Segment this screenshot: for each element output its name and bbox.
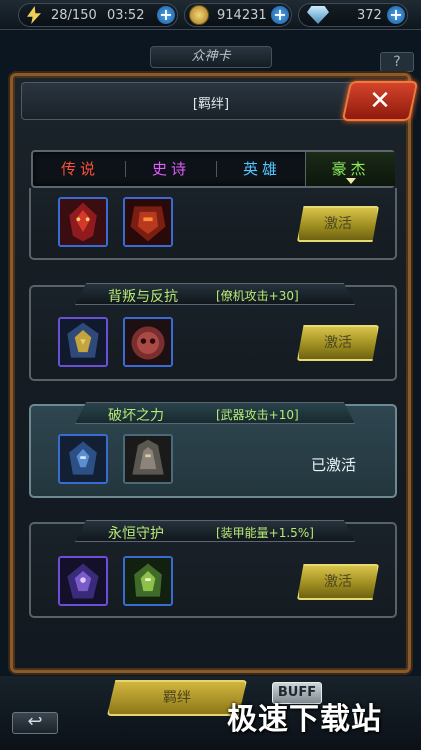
- bond-bonus: [武器攻击+10]: [216, 408, 299, 422]
- deck-title: 众神卡: [150, 46, 272, 68]
- bond-bonus: [装甲能量+1.5%]: [216, 526, 314, 540]
- add-gold-button[interactable]: +: [271, 6, 289, 24]
- close-button[interactable]: ✕: [341, 81, 419, 121]
- card-portrait[interactable]: [58, 556, 108, 606]
- bond-name: 永恒守护: [108, 526, 164, 542]
- tab-epic[interactable]: 史诗: [126, 152, 216, 186]
- tab-legend[interactable]: 传说: [35, 152, 125, 186]
- bond-card: 永恒守护 [装甲能量+1.5%] 激活: [29, 520, 397, 618]
- bond-card-activated: 破坏之力 [武器攻击+10] 已激活: [29, 402, 397, 498]
- energy-icon: [27, 6, 41, 24]
- add-diamond-button[interactable]: +: [387, 6, 405, 24]
- bond-bonus: [僚机攻击+30]: [216, 289, 299, 303]
- top-status-bar: 28/150 03:52 + 914231 + 372 +: [0, 0, 421, 30]
- bond-dialog: [羁绊] ✕ 传说 史诗 英雄 豪杰 激活 背叛与反抗 [僚机攻击+30] 激活…: [10, 73, 419, 673]
- bond-name: 背叛与反抗: [108, 289, 178, 305]
- bond-header: 永恒守护 [装甲能量+1.5%]: [75, 520, 355, 542]
- back-button[interactable]: ↩: [12, 712, 58, 734]
- card-portrait[interactable]: [123, 197, 173, 247]
- bond-card: 背叛与反抗 [僚机攻击+30] 激活: [29, 283, 397, 381]
- bond-header: 背叛与反抗 [僚机攻击+30]: [75, 283, 355, 305]
- bond-name: 破坏之力: [108, 408, 164, 424]
- activate-button[interactable]: 激活: [297, 564, 379, 600]
- card-portrait[interactable]: [123, 434, 173, 484]
- gold-resource: 914231 +: [184, 3, 292, 27]
- stamina-resource: 28/150 03:52 +: [18, 3, 178, 27]
- activate-button[interactable]: 激活: [297, 206, 379, 242]
- stamina-value: 28/150: [51, 8, 97, 23]
- watermark-text: 极速下载站: [227, 702, 382, 737]
- help-button[interactable]: ?: [380, 52, 414, 72]
- selected-tab-indicator: [346, 178, 356, 184]
- close-icon: ✕: [369, 86, 391, 116]
- bond-button[interactable]: 羁绊: [107, 680, 247, 716]
- gold-value: 914231: [217, 8, 267, 23]
- add-stamina-button[interactable]: +: [157, 6, 175, 24]
- diamond-value: 372: [357, 8, 382, 23]
- card-portrait[interactable]: [123, 317, 173, 367]
- gold-coin-icon: [189, 5, 209, 25]
- stamina-timer: 03:52: [107, 8, 145, 23]
- tab-hero[interactable]: 英雄: [217, 152, 307, 186]
- diamond-icon: [307, 6, 329, 24]
- card-portrait[interactable]: [58, 197, 108, 247]
- activate-button[interactable]: 激活: [297, 325, 379, 361]
- bond-card: 激活: [29, 188, 397, 260]
- diamond-resource: 372 +: [298, 3, 408, 27]
- card-portrait[interactable]: [123, 556, 173, 606]
- bond-header: 破坏之力 [武器攻击+10]: [75, 402, 355, 424]
- activated-status: 已激活: [311, 456, 357, 474]
- dialog-header: [羁绊] ✕: [21, 81, 419, 121]
- rarity-tabs: 传说 史诗 英雄 豪杰: [31, 150, 395, 188]
- card-portrait[interactable]: [58, 434, 108, 484]
- card-portrait[interactable]: [58, 317, 108, 367]
